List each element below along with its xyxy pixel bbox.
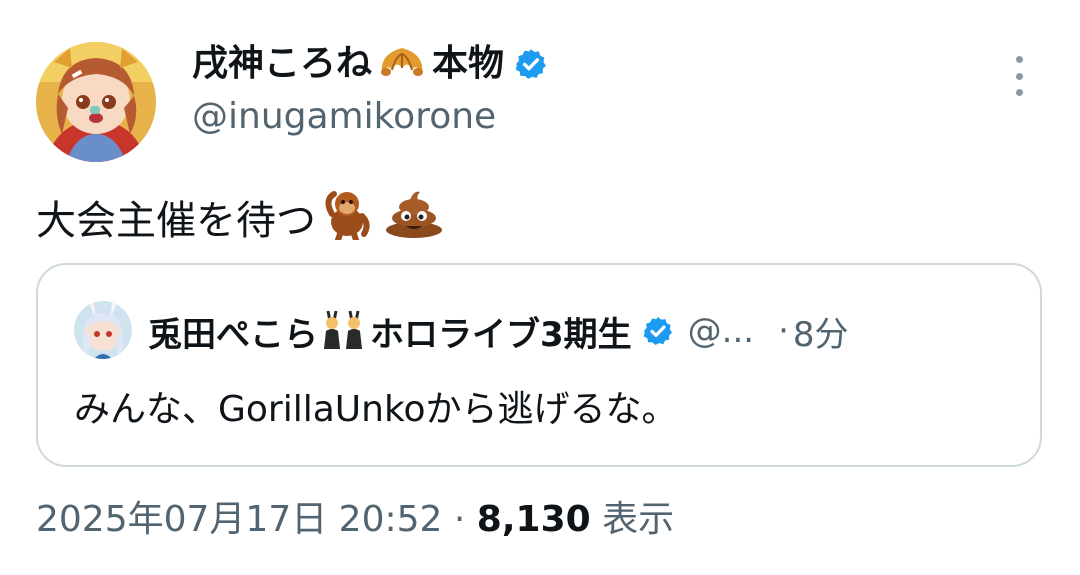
views-label: 表示 bbox=[602, 499, 675, 540]
author-handle[interactable]: @inugamikorone bbox=[192, 92, 496, 142]
quoted-tweet-text: みんな、GorillaUnkoから逃げるな。 bbox=[74, 389, 678, 430]
pekora-avatar-image bbox=[74, 301, 132, 359]
quoted-author-display-name[interactable]: 兎田ぺこら bbox=[148, 307, 318, 356]
quoted-tweet-card[interactable]: 兎田ぺこら ホロライブ3期生 @... · 8分 みんな、GorillaUnko… bbox=[36, 263, 1042, 467]
author-display-name[interactable]: 戌神ころね bbox=[192, 38, 372, 90]
more-dot-icon bbox=[1015, 89, 1023, 96]
korone-avatar-image bbox=[36, 42, 156, 162]
tweet-text-row: 大会主催を待つ bbox=[36, 186, 444, 255]
orangutan-icon bbox=[320, 186, 374, 255]
verified-badge-icon bbox=[515, 49, 546, 79]
author-name-row[interactable]: 戌神ころね 本物 bbox=[192, 38, 548, 90]
separator-dot: · bbox=[778, 311, 789, 351]
quoted-author-avatar[interactable] bbox=[74, 301, 132, 359]
tweet-meta: 2025年07月17日 20:52 · 8,130 表示 bbox=[36, 492, 674, 548]
author-avatar[interactable] bbox=[36, 42, 156, 162]
women-with-bunny-ears-icon bbox=[320, 309, 368, 353]
more-dot-icon bbox=[1015, 56, 1023, 63]
quoted-author-handle[interactable]: @... bbox=[688, 311, 754, 351]
quoted-author-name-row[interactable]: 兎田ぺこら ホロライブ3期生 @... · 8分 bbox=[148, 303, 849, 359]
tweet-text: 大会主催を待つ bbox=[36, 197, 316, 244]
pile-of-poo-icon bbox=[384, 188, 444, 253]
quoted-author-display-name-suffix[interactable]: ホロライブ3期生 bbox=[370, 307, 632, 356]
more-dot-icon bbox=[1015, 72, 1023, 80]
tweet-timestamp[interactable]: 2025年07月17日 20:52 bbox=[36, 499, 442, 540]
views-count: 8,130 bbox=[476, 499, 591, 540]
croissant-icon bbox=[378, 42, 426, 86]
quoted-tweet-time[interactable]: 8分 bbox=[793, 307, 849, 356]
verified-badge-icon bbox=[643, 317, 672, 345]
author-display-name-suffix[interactable]: 本物 bbox=[432, 38, 504, 90]
separator-dot: · bbox=[453, 499, 466, 540]
more-options-button[interactable] bbox=[1006, 52, 1032, 100]
